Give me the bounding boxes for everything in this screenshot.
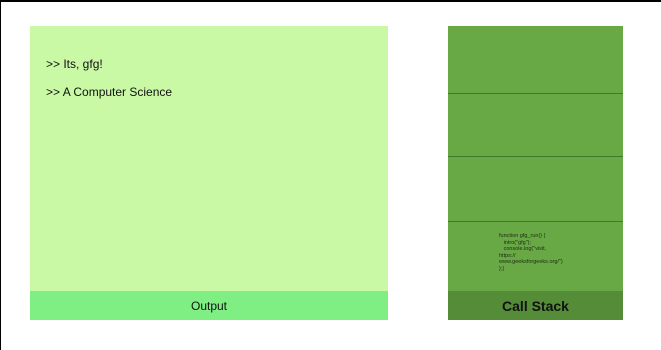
output-line: >> Its, gfg! [46,57,103,71]
stack-frame-divider [448,93,623,94]
stack-frame-code: function gfg_run() { intro("gfg"); conso… [499,233,563,272]
output-lines: >> Its, gfg! >> A Computer Science [46,56,372,112]
call-stack-panel: function gfg_run() { intro("gfg"); conso… [448,26,623,320]
call-stack-label: Call Stack [448,291,623,320]
stack-frame-divider [448,156,623,157]
frame-top-border [0,0,661,2]
output-label: Output [30,291,388,320]
frame-left-border [0,0,1,350]
output-line: >> A Computer Science [46,85,173,99]
output-panel: >> Its, gfg! >> A Computer Science Outpu… [30,26,388,320]
stack-frame-divider [448,221,623,222]
